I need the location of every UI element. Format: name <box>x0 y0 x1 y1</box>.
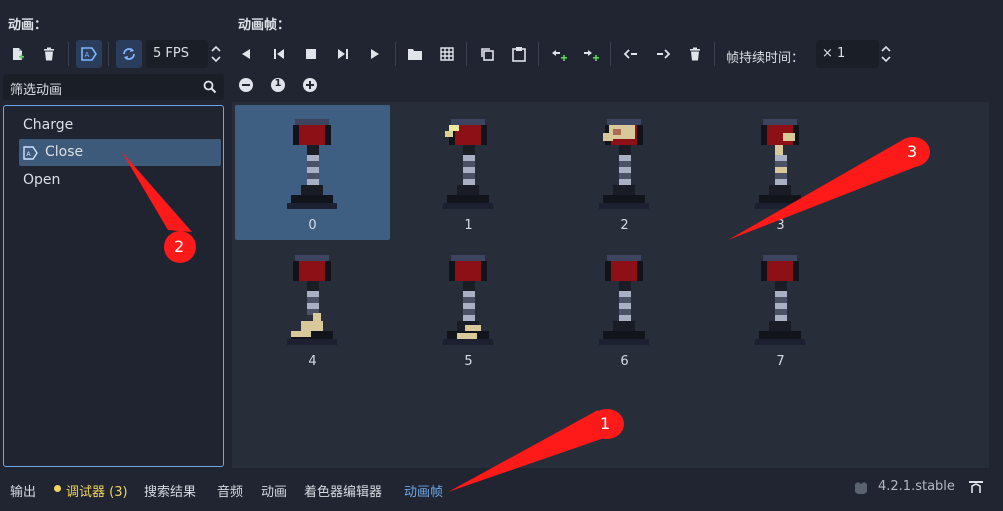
annotation-arrow-2 <box>122 152 192 232</box>
annotation-overlay <box>122 137 930 492</box>
annotation-number-1: 1 <box>600 414 611 433</box>
annotation-arrow-3 <box>728 138 918 240</box>
annotation-number-2: 2 <box>174 237 185 256</box>
annotation-number-3: 3 <box>907 142 918 161</box>
annotation-arrow-1 <box>448 410 610 492</box>
